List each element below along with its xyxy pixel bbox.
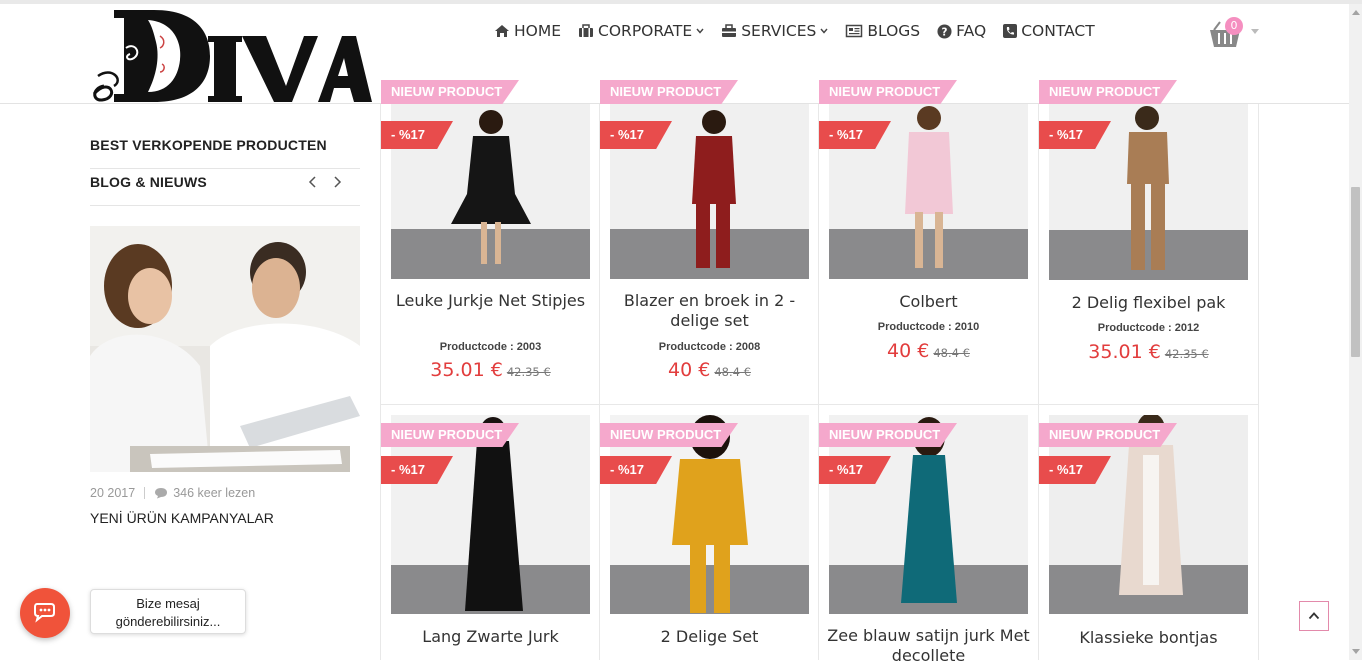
chevron-left-icon[interactable] (308, 174, 318, 188)
product-name[interactable]: Klassieke bontjas (1039, 628, 1258, 648)
current-price: 35.01 € (430, 359, 503, 381)
question-circle-icon: ? (937, 23, 952, 39)
home-icon (495, 25, 509, 37)
blog-post-meta: 20 2017 346 keer lezen (90, 486, 255, 500)
divider (144, 487, 146, 499)
phone-square-icon (1003, 24, 1018, 38)
scroll-up-arrow[interactable] (1352, 10, 1360, 15)
product-price: 40 €48.4 € (819, 340, 1038, 362)
nav-services-label: SERVICES (741, 22, 817, 40)
new-product-badge: NIEUW PRODUCT (600, 80, 738, 104)
scroll-down-arrow[interactable] (1352, 649, 1360, 654)
grid-line (1038, 104, 1039, 660)
new-product-badge: NIEUW PRODUCT (819, 423, 957, 447)
nav-corporate-label: CORPORATE (598, 22, 693, 40)
nav-contact[interactable]: CONTACT (1003, 22, 1095, 40)
blog-post-date: 20 2017 (90, 486, 136, 500)
new-product-badge: NIEUW PRODUCT (600, 423, 738, 447)
old-price: 42.35 € (1164, 347, 1209, 361)
briefcase-icon (579, 24, 594, 37)
back-to-top-button[interactable] (1299, 601, 1329, 631)
best-sellers-heading[interactable]: BEST VERKOPENDE PRODUCTEN (90, 137, 327, 153)
blog-heading[interactable]: BLOG & NIEUWS (90, 174, 207, 190)
new-product-badge: NIEUW PRODUCT (381, 423, 519, 447)
product-code: Productcode : 2003 (439, 341, 542, 353)
grid-line (380, 404, 1259, 405)
nav-blogs-label: BLOGS (867, 22, 921, 40)
divider (90, 168, 360, 169)
product-name[interactable]: Lang Zwarte Jurk (381, 627, 600, 647)
product-name[interactable]: Leuke Jurkje Net Stipjes (381, 291, 600, 311)
product-code: Productcode : 2010 (877, 321, 980, 333)
divider (90, 205, 360, 206)
grid-line (818, 104, 819, 660)
blog-post-image[interactable] (90, 226, 360, 472)
current-price: 35.01 € (1088, 341, 1161, 363)
scroll-thumb[interactable] (1351, 187, 1360, 357)
grid-line (1258, 104, 1259, 660)
nav-faq-label: FAQ (956, 22, 987, 40)
chat-prompt-bubble[interactable]: Bize mesaj gönderebilirsiniz... (90, 589, 246, 634)
current-price: 40 € (668, 359, 711, 381)
chevron-down-icon (820, 28, 828, 34)
current-price: 40 € (887, 340, 930, 362)
product-name[interactable]: 2 Delig flexibel pak (1039, 293, 1258, 313)
product-name[interactable]: Zee blauw satijn jurk Met decollete (819, 626, 1038, 666)
main-nav: HOME CORPORATE SERVICES BLOGS ? FAQ CONT… (494, 21, 1112, 41)
new-product-badge: NIEUW PRODUCT (819, 80, 957, 104)
product-name[interactable]: Blazer en broek in 2 - delige set (600, 291, 819, 331)
chevron-up-icon (1308, 612, 1320, 620)
product-name[interactable]: Colbert (819, 292, 1038, 312)
old-price: 42.35 € (506, 365, 551, 379)
comment-icon (155, 488, 168, 499)
cart-count-badge: 0 (1225, 17, 1243, 35)
nav-contact-label: CONTACT (1021, 22, 1095, 40)
nav-home[interactable]: HOME (494, 22, 561, 40)
caret-down-icon (1251, 29, 1259, 34)
diva-logo[interactable] (90, 6, 372, 104)
new-product-badge: NIEUW PRODUCT (1039, 80, 1177, 104)
chat-button[interactable] (20, 588, 70, 638)
old-price: 48.4 € (933, 346, 970, 360)
nav-faq[interactable]: ? FAQ (937, 22, 986, 40)
product-code: Productcode : 2012 (1097, 322, 1200, 334)
new-product-badge: NIEUW PRODUCT (1039, 423, 1177, 447)
product-code: Productcode : 2008 (658, 341, 761, 353)
new-product-badge: NIEUW PRODUCT (381, 80, 519, 104)
newspaper-icon (846, 24, 863, 38)
grid-line (380, 104, 381, 660)
chevron-down-icon (696, 28, 704, 34)
product-price: 40 €48.4 € (600, 359, 819, 381)
toolbox-icon (722, 24, 737, 37)
svg-text:?: ? (942, 26, 948, 38)
blog-post-views: 346 keer lezen (173, 486, 256, 500)
product-price: 35.01 €42.35 € (381, 359, 600, 381)
page-scrollbar[interactable] (1349, 4, 1362, 660)
chat-bubbles-icon (34, 603, 55, 623)
product-price: 35.01 €42.35 € (1039, 341, 1258, 363)
blog-carousel-controls (308, 174, 342, 188)
nav-blogs[interactable]: BLOGS (845, 22, 920, 40)
cart-button[interactable]: 0 (1208, 16, 1259, 48)
grid-line (599, 104, 600, 660)
nav-corporate[interactable]: CORPORATE (578, 22, 704, 40)
blog-post-title[interactable]: YENİ ÜRÜN KAMPANYALAR (90, 510, 274, 526)
old-price: 48.4 € (714, 365, 751, 379)
nav-home-label: HOME (514, 22, 562, 40)
product-name[interactable]: 2 Delige Set (600, 627, 819, 647)
nav-services[interactable]: SERVICES (721, 22, 828, 40)
chevron-right-icon[interactable] (332, 174, 342, 188)
